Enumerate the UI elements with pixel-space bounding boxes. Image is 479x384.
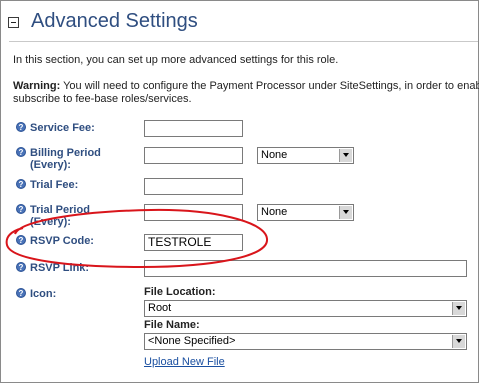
rsvp-code-input[interactable]: TESTROLE: [144, 234, 243, 251]
service-fee-label: Service Fee:: [30, 122, 95, 134]
billing-period-label-line1: Billing Period: [30, 147, 101, 159]
service-fee-input[interactable]: [144, 120, 243, 137]
help-icon[interactable]: ?: [16, 288, 26, 298]
file-location-label: File Location:: [144, 286, 216, 298]
help-icon[interactable]: ?: [16, 204, 26, 214]
file-name-select[interactable]: <None Specified>: [144, 333, 467, 350]
billing-period-label-line2: (Every):: [30, 159, 71, 171]
rsvp-link-input[interactable]: [144, 260, 467, 277]
help-icon[interactable]: ?: [16, 122, 26, 132]
help-icon[interactable]: ?: [16, 147, 26, 157]
warning-line2: subscribe to fee-base roles/services.: [13, 93, 192, 105]
billing-period-unit-value: None: [261, 149, 288, 161]
warning-text: Warning: You will need to configure the …: [13, 80, 479, 106]
chevron-down-icon[interactable]: [452, 335, 465, 348]
divider: [9, 41, 478, 42]
file-location-select[interactable]: Root: [144, 300, 467, 317]
file-name-value: <None Specified>: [148, 335, 236, 347]
intro-text: In this section, you can set up more adv…: [13, 54, 339, 66]
trial-period-input[interactable]: [144, 204, 243, 221]
chevron-down-icon[interactable]: [339, 149, 352, 162]
collapse-icon[interactable]: [8, 17, 19, 28]
help-icon[interactable]: ?: [16, 179, 26, 189]
help-icon[interactable]: ?: [16, 235, 26, 245]
section-title: Advanced Settings: [31, 10, 198, 32]
file-name-label: File Name:: [144, 319, 200, 331]
help-icon[interactable]: ?: [16, 262, 26, 272]
billing-period-unit-select[interactable]: None: [257, 147, 354, 164]
warning-line1: You will need to configure the Payment P…: [60, 80, 479, 92]
section-header: Advanced Settings: [1, 1, 478, 43]
trial-fee-input[interactable]: [144, 178, 243, 195]
rsvp-code-label: RSVP Code:: [30, 235, 94, 247]
icon-label: Icon:: [30, 288, 57, 300]
billing-period-input[interactable]: [144, 147, 243, 164]
warning-label: Warning:: [13, 80, 61, 92]
trial-period-label-line1: Trial Period: [30, 204, 90, 216]
rsvp-link-label: RSVP Link:: [30, 262, 90, 274]
chevron-down-icon[interactable]: [452, 302, 465, 315]
chevron-down-icon[interactable]: [339, 206, 352, 219]
trial-period-unit-value: None: [261, 206, 288, 218]
trial-period-unit-select[interactable]: None: [257, 204, 354, 221]
upload-new-file-link[interactable]: Upload New File: [144, 356, 225, 368]
trial-period-label-line2: (Every):: [30, 216, 71, 228]
file-location-value: Root: [148, 302, 172, 314]
trial-period-label: Trial Period (Every):: [30, 204, 90, 228]
billing-period-label: Billing Period (Every):: [30, 147, 101, 171]
trial-fee-label: Trial Fee:: [30, 179, 79, 191]
